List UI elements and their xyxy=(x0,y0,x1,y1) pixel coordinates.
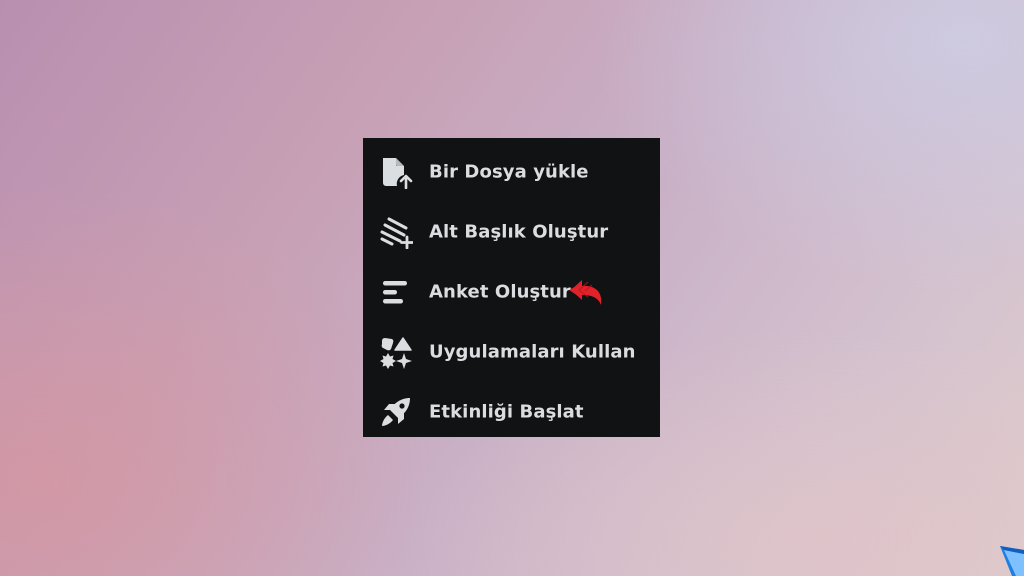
highlight-arrow-icon xyxy=(568,275,608,309)
menu-item-label: Bir Dosya yükle xyxy=(429,161,589,183)
menu-item-use-apps[interactable]: Uygulamaları Kullan xyxy=(363,322,660,382)
file-upload-icon xyxy=(379,155,413,189)
attachment-menu: Bir Dosya yükle Alt Başlık Oluştur Anket… xyxy=(363,138,660,437)
menu-item-upload-file[interactable]: Bir Dosya yükle xyxy=(363,142,660,202)
menu-item-create-poll[interactable]: Anket Oluştur xyxy=(363,262,660,322)
menu-item-create-thread[interactable]: Alt Başlık Oluştur xyxy=(363,202,660,262)
menu-item-start-activity[interactable]: Etkinliği Başlat xyxy=(363,382,660,442)
corner-logo-icon xyxy=(998,542,1024,576)
menu-item-label: Uygulamaları Kullan xyxy=(429,341,636,363)
rocket-icon xyxy=(379,395,413,429)
poll-icon xyxy=(379,275,413,309)
menu-item-label: Alt Başlık Oluştur xyxy=(429,221,609,243)
menu-item-label: Etkinliği Başlat xyxy=(429,401,584,423)
apps-icon xyxy=(379,335,413,369)
thread-create-icon xyxy=(379,215,413,249)
menu-item-label: Anket Oluştur xyxy=(429,281,571,303)
